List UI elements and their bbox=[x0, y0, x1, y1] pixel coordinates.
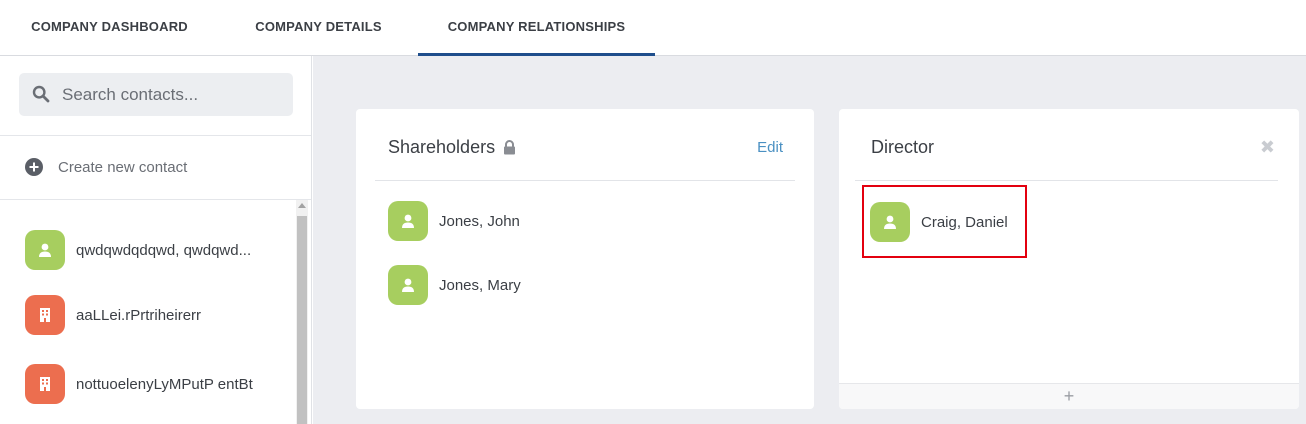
shareholders-title: Shareholders bbox=[388, 137, 516, 158]
person-icon bbox=[870, 202, 910, 242]
shareholders-title-text: Shareholders bbox=[388, 137, 496, 157]
close-icon[interactable]: ✖ bbox=[1260, 137, 1275, 158]
plus-icon: + bbox=[1063, 386, 1075, 406]
director-item[interactable]: Craig, Daniel bbox=[870, 202, 1008, 242]
tab-company-relationships[interactable]: COMPANY RELATIONSHIPS bbox=[418, 0, 655, 56]
director-card: Director ✖ Craig, Daniel + bbox=[839, 109, 1299, 409]
divider bbox=[0, 135, 311, 136]
contact-list-item[interactable]: qwdqwdqdqwd, qwdqwd... bbox=[25, 230, 251, 270]
contact-name: aaLLei.rPrtriheirerr bbox=[76, 306, 202, 324]
director-title: Director bbox=[871, 137, 934, 158]
person-icon bbox=[388, 265, 428, 305]
contacts-sidebar: Create new contact qwdqwdqdqwd, qwdqwd..… bbox=[0, 56, 312, 424]
search-icon bbox=[32, 85, 50, 103]
relationships-area: Shareholders Edit Jones, John Jones, Mar… bbox=[313, 56, 1306, 424]
search-box bbox=[19, 73, 293, 116]
create-new-contact-label: Create new contact bbox=[58, 158, 188, 176]
building-icon bbox=[25, 295, 65, 335]
create-new-contact-button[interactable]: Create new contact bbox=[25, 156, 187, 178]
contact-list-scrollbar[interactable] bbox=[296, 200, 308, 424]
person-icon bbox=[25, 230, 65, 270]
lock-icon bbox=[503, 140, 516, 155]
scrollbar-thumb[interactable] bbox=[297, 216, 307, 424]
divider bbox=[855, 180, 1278, 181]
contact-list: qwdqwdqdqwd, qwdqwd... aaLLei.rPrtriheir… bbox=[6, 200, 295, 424]
divider bbox=[375, 180, 795, 181]
plus-circle-icon bbox=[25, 158, 43, 176]
scroll-up-arrow-icon[interactable] bbox=[298, 203, 306, 208]
contact-name: qwdqwdqdqwd, qwdqwd... bbox=[76, 241, 252, 259]
tab-company-details[interactable]: COMPANY DETAILS bbox=[219, 0, 418, 56]
contact-list-item[interactable]: nottuoelenyLyMPutP entBt bbox=[25, 364, 253, 404]
contact-name: nottuoelenyLyMPutP entBt bbox=[76, 375, 253, 393]
building-icon bbox=[25, 364, 65, 404]
top-tab-bar: COMPANY DASHBOARD COMPANY DETAILS COMPAN… bbox=[0, 0, 1306, 56]
search-contacts-input[interactable] bbox=[62, 73, 287, 116]
director-title-text: Director bbox=[871, 137, 935, 157]
shareholder-item[interactable]: Jones, Mary bbox=[388, 265, 521, 305]
contact-list-item[interactable]: aaLLei.rPrtriheirerr bbox=[25, 295, 201, 335]
person-icon bbox=[388, 201, 428, 241]
shareholder-name: Jones, John bbox=[439, 212, 520, 230]
tab-company-dashboard[interactable]: COMPANY DASHBOARD bbox=[0, 0, 219, 56]
shareholder-name: Jones, Mary bbox=[439, 276, 521, 294]
director-name: Craig, Daniel bbox=[921, 213, 1008, 231]
add-director-button[interactable]: + bbox=[839, 383, 1299, 409]
edit-shareholders-link[interactable]: Edit bbox=[757, 139, 783, 156]
shareholder-item[interactable]: Jones, John bbox=[388, 201, 520, 241]
shareholders-card: Shareholders Edit Jones, John Jones, Mar… bbox=[356, 109, 814, 409]
